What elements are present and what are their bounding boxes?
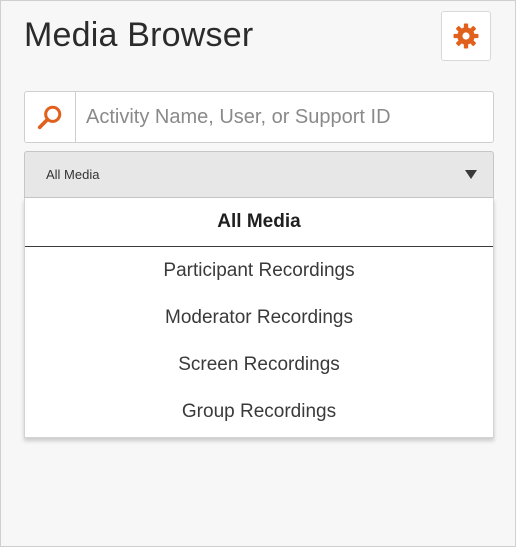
- search-input[interactable]: [76, 92, 493, 142]
- search-bar: [24, 91, 494, 143]
- dropdown-option-all-media[interactable]: All Media: [25, 198, 493, 247]
- dropdown-option-group-recordings[interactable]: Group Recordings: [25, 388, 493, 435]
- search-icon: [37, 104, 63, 130]
- media-filter-selected-value: All Media: [46, 167, 100, 182]
- settings-button[interactable]: [441, 11, 491, 61]
- gear-icon: [453, 23, 479, 49]
- media-browser-panel: Media Browser Activity Name, User, or Su…: [0, 0, 516, 547]
- dropdown-option-participant-recordings[interactable]: Participant Recordings: [25, 247, 493, 294]
- media-filter-dropdown: All Media Participant Recordings Moderat…: [24, 198, 494, 438]
- media-filter-select[interactable]: All Media: [24, 151, 494, 198]
- page-title: Media Browser: [24, 16, 254, 54]
- search-button[interactable]: [25, 92, 76, 142]
- dropdown-option-moderator-recordings[interactable]: Moderator Recordings: [25, 294, 493, 341]
- caret-down-icon: [465, 170, 477, 179]
- dropdown-option-screen-recordings[interactable]: Screen Recordings: [25, 341, 493, 388]
